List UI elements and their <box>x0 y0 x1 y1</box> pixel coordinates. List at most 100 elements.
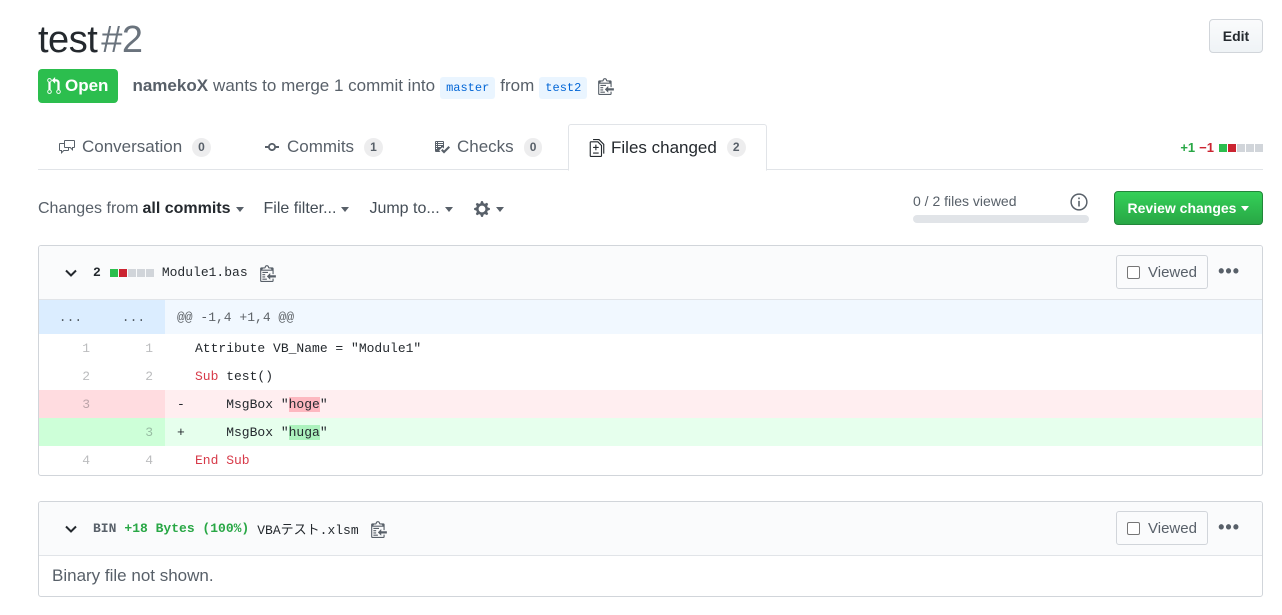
review-changes-button[interactable]: Review changes <box>1114 191 1263 225</box>
checklist-icon <box>433 139 451 155</box>
file-header: 2 Module1.bas Viewed ••• <box>39 246 1262 300</box>
file-name-link[interactable]: VBAテスト.xlsm <box>257 519 358 538</box>
checkbox[interactable] <box>1127 521 1140 535</box>
diffstat-deletions: −1 <box>1199 140 1214 155</box>
clippy-icon[interactable] <box>259 264 276 282</box>
kebab-horizontal-icon[interactable]: ••• <box>1218 262 1240 280</box>
pr-title-text: test <box>38 19 98 61</box>
clippy-icon[interactable] <box>598 77 615 95</box>
file-diffstat <box>109 268 154 277</box>
file-filter-menu[interactable]: File filter... <box>264 200 350 218</box>
state-label: Open <box>65 76 109 95</box>
hunk-header-row: ... ... @@ -1,4 +1,4 @@ <box>39 300 1262 334</box>
jump-to-menu[interactable]: Jump to... <box>369 200 453 218</box>
merge-text: wants to merge 1 commit into <box>213 76 436 95</box>
checkbox[interactable] <box>1127 265 1140 279</box>
state-badge: Open <box>38 69 119 103</box>
clippy-icon[interactable] <box>370 520 387 538</box>
tab-label: Files changed <box>611 137 717 157</box>
code-text: MsgBox " <box>195 424 289 440</box>
pr-number: #2 <box>101 19 143 61</box>
hunk-expand-right[interactable]: ... <box>102 300 165 334</box>
edit-button[interactable]: Edit <box>1209 19 1263 53</box>
caret-down-icon <box>341 206 350 212</box>
diff-code: - MsgBox "hoge" <box>165 390 1262 418</box>
base-branch[interactable]: master <box>440 77 496 99</box>
viewed-checkbox-button[interactable]: Viewed <box>1116 255 1208 289</box>
file-diff-icon <box>589 138 605 157</box>
keyword: End Sub <box>195 452 250 468</box>
jump-to-label: Jump to... <box>369 200 440 217</box>
hunk-expand-left[interactable]: ... <box>39 300 102 334</box>
diff-line: 1 1 Attribute VB_Name = "Module1" <box>39 334 1262 362</box>
caret-down-icon <box>495 206 504 212</box>
diff-sign <box>177 369 195 384</box>
code-text: test() <box>218 368 274 384</box>
new-line-number[interactable]: 1 <box>102 334 165 362</box>
review-changes-label: Review changes <box>1127 200 1237 216</box>
file-filter-label: File filter... <box>263 200 337 217</box>
files-viewed-bar <box>913 215 1089 223</box>
diffstat-block <box>145 268 154 277</box>
diffstat-block <box>1228 143 1236 152</box>
tab-commits[interactable]: Commits 1 <box>263 124 383 170</box>
tab-label: Checks <box>457 137 514 156</box>
kebab-horizontal-icon[interactable]: ••• <box>1218 518 1240 536</box>
file-name-link[interactable]: Module1.bas <box>162 265 248 280</box>
files-viewed-progress: 0 / 2 files viewed <box>913 193 1089 223</box>
tab-checks[interactable]: Checks 0 <box>433 124 543 170</box>
tab-files-changed[interactable]: Files changed 2 <box>568 124 767 171</box>
info-icon[interactable] <box>1070 193 1088 214</box>
old-line-number[interactable]: 1 <box>39 334 102 362</box>
changes-from-menu[interactable]: Changes from all commits <box>38 200 244 218</box>
diff-sign <box>177 341 195 356</box>
head-branch[interactable]: test2 <box>539 77 588 99</box>
old-line-number[interactable]: 2 <box>39 362 102 390</box>
changes-from-label: Changes from <box>38 200 139 217</box>
code-text: " <box>319 424 328 440</box>
old-line-number[interactable] <box>39 418 102 446</box>
comment-icon <box>58 139 76 155</box>
all-commits-label: all commits <box>142 200 231 217</box>
author-link[interactable]: namekoX <box>132 76 208 96</box>
tab-counter: 0 <box>523 137 543 157</box>
diff-line: 2 2 Sub test() <box>39 362 1262 390</box>
diff-line-deletion: 3 - MsgBox "hoge" <box>39 390 1262 418</box>
diffstat-block <box>136 268 145 277</box>
viewed-checkbox-button[interactable]: Viewed <box>1116 511 1208 545</box>
new-line-number[interactable]: 3 <box>102 418 165 446</box>
new-line-number[interactable]: 4 <box>102 446 165 474</box>
binary-label: BIN <box>93 521 117 536</box>
code-text: MsgBox " <box>195 396 289 412</box>
diff-code: End Sub <box>165 446 1262 474</box>
file-change-count: 2 <box>93 265 101 280</box>
diffstat: +1 −1 <box>1180 140 1263 155</box>
diff-sign <box>177 453 195 468</box>
diff-toolbar: Changes from all commits File filter... J… <box>38 194 524 224</box>
tab-label: Conversation <box>82 137 183 156</box>
diff-code: + MsgBox "huga" <box>165 418 1262 446</box>
diffstat-block <box>1237 143 1245 152</box>
diffstat-block <box>1255 143 1263 152</box>
chevron-down-icon[interactable] <box>65 524 77 534</box>
binary-file-message: Binary file not shown. <box>52 566 214 585</box>
tab-counter: 1 <box>364 137 383 157</box>
old-line-number[interactable]: 3 <box>39 390 102 418</box>
tab-conversation[interactable]: Conversation 0 <box>58 124 211 170</box>
file-diff-xlsm: BIN +18 Bytes (100%) VBAテスト.xlsm Viewed … <box>38 501 1263 597</box>
gear-icon <box>473 201 490 217</box>
diff-sign: + <box>177 424 185 440</box>
chevron-down-icon[interactable] <box>65 268 77 278</box>
caret-down-icon <box>1241 205 1250 211</box>
file-header: BIN +18 Bytes (100%) VBAテスト.xlsm Viewed … <box>39 502 1262 556</box>
old-line-number[interactable]: 4 <box>39 446 102 474</box>
binary-size-change: +18 Bytes (100%) <box>124 521 250 536</box>
pr-meta: Open namekoX wants to merge 1 commit int… <box>38 69 615 103</box>
diff-code: Sub test() <box>165 362 1262 390</box>
new-line-number[interactable]: 2 <box>102 362 165 390</box>
diff-line: 4 4 End Sub <box>39 446 1262 474</box>
tab-counter: 2 <box>726 138 746 157</box>
from-text: from <box>500 76 535 95</box>
new-line-number[interactable] <box>102 390 165 418</box>
diff-settings-menu[interactable] <box>473 200 504 218</box>
